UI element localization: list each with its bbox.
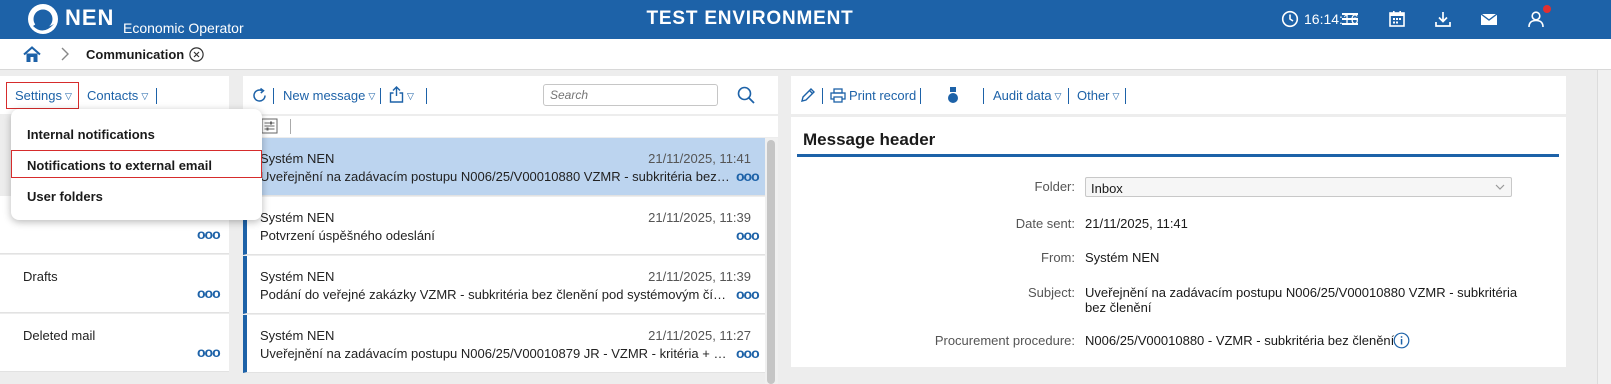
message-row[interactable]: Systém NEN 21/11/2025, 11:39 Podání do v…	[243, 256, 765, 314]
top-bar: NEN Economic Operator TEST ENVIRONMENT 1…	[0, 0, 1611, 39]
settings-dropdown[interactable]: Settings ▽	[15, 88, 72, 103]
subject-label: Subject:	[1028, 285, 1075, 300]
menu-item-internal-notifications[interactable]: Internal notifications	[27, 127, 155, 142]
breadcrumb-current[interactable]: Communication	[86, 47, 184, 62]
date-sent-value: 21/11/2025, 11:41	[1085, 216, 1188, 231]
message-header-panel: Message header	[791, 117, 1566, 367]
message-date: 21/11/2025, 11:39	[648, 210, 751, 225]
section-title: Message header	[803, 130, 936, 149]
procurement-procedure-label: Procurement procedure:	[934, 333, 1075, 348]
settings-menu: Internal notifications Notifications to …	[11, 109, 262, 220]
more-options-icon[interactable]: ooo	[736, 227, 760, 243]
section-underline	[797, 154, 1559, 157]
chevron-right-icon	[61, 47, 69, 61]
toolbar-divider	[822, 88, 823, 104]
share-icon	[389, 86, 404, 103]
search-input[interactable]	[543, 84, 718, 106]
print-record-button[interactable]: Print record	[830, 88, 916, 103]
toolbar-divider	[156, 88, 157, 104]
message-sender: Systém NEN	[260, 328, 335, 343]
folder-label: Deleted mail	[23, 328, 96, 343]
search-icon[interactable]	[737, 86, 755, 104]
message-sender: Systém NEN	[260, 151, 335, 166]
edit-icon[interactable]	[800, 87, 816, 103]
toolbar-divider	[1068, 88, 1069, 104]
mail-icon[interactable]	[1479, 9, 1499, 29]
toolbar-divider	[1125, 88, 1126, 104]
folder-select-value: Inbox	[1091, 181, 1123, 196]
more-options-icon[interactable]: ooo	[736, 345, 760, 361]
home-icon[interactable]	[23, 46, 41, 63]
message-subject: Uveřejnění na zadávacím postupu N006/25/…	[260, 346, 730, 361]
message-subject: Podání do veřejné zakázky VZMR - subkrit…	[260, 287, 730, 302]
clock-icon	[1281, 10, 1299, 28]
close-tab-icon[interactable]	[189, 47, 204, 62]
toolbar-divider	[273, 88, 274, 104]
more-options-icon[interactable]: ooo	[197, 285, 221, 301]
list-options-bar	[243, 116, 778, 137]
toolbar-divider	[983, 88, 984, 104]
message-row[interactable]: Systém NEN 21/11/2025, 11:39 Potvrzení ú…	[243, 197, 765, 255]
folder-item-deleted[interactable]: Deleted mail ooo	[0, 314, 229, 372]
calendar-icon[interactable]	[1387, 9, 1407, 29]
page-scrollbar[interactable]	[1597, 70, 1611, 384]
toolbar-divider	[920, 88, 921, 104]
subject-value: Uveřejnění na zadávacím postupu N006/25/…	[1085, 285, 1518, 315]
environment-title: TEST ENVIRONMENT	[646, 8, 854, 29]
message-date: 21/11/2025, 11:41	[648, 151, 751, 166]
other-dropdown[interactable]: Other ▽	[1077, 88, 1119, 103]
toolbar-divider	[426, 88, 427, 104]
contacts-dropdown[interactable]: Contacts ▽	[87, 88, 148, 103]
message-row[interactable]: Systém NEN 21/11/2025, 11:41 Uveřejnění …	[243, 138, 765, 196]
badge-icon[interactable]	[947, 86, 959, 104]
info-icon[interactable]	[1393, 332, 1410, 349]
folder-item-drafts[interactable]: Drafts ooo	[0, 255, 229, 313]
scrollbar-thumb[interactable]	[767, 140, 775, 384]
date-sent-label: Date sent:	[1015, 216, 1075, 231]
toolbar-divider	[380, 88, 381, 104]
from-label: From:	[1041, 250, 1075, 265]
filter-settings-icon[interactable]	[261, 118, 278, 134]
more-options-icon[interactable]: ooo	[197, 344, 221, 360]
from-value: Systém NEN	[1085, 250, 1160, 265]
folder-label: Drafts	[23, 269, 58, 284]
toolbar-divider	[290, 119, 291, 134]
refresh-icon[interactable]	[251, 87, 268, 104]
scrollbar-track[interactable]	[765, 138, 778, 384]
message-sender: Systém NEN	[260, 269, 335, 284]
message-subject: Uveřejnění na zadávacím postupu N006/25/…	[260, 169, 730, 184]
message-subject: Potvrzení úspěšného odeslání	[260, 228, 435, 243]
new-message-dropdown[interactable]: New message ▽	[283, 88, 375, 103]
printer-icon	[830, 88, 846, 103]
folder-select[interactable]: Inbox	[1085, 177, 1512, 197]
chevron-down-icon	[1495, 184, 1505, 190]
export-dropdown[interactable]: ▽	[389, 86, 414, 103]
message-row[interactable]: Systém NEN 21/11/2025, 11:27 Uveřejnění …	[243, 315, 765, 373]
breadcrumb: Communication	[0, 39, 1611, 70]
menu-icon[interactable]	[1340, 9, 1360, 29]
menu-item-user-folders[interactable]: User folders	[27, 189, 103, 204]
detail-toolbar: Print record Audit data ▽ Other ▽	[791, 76, 1566, 114]
message-date: 21/11/2025, 11:39	[648, 269, 751, 284]
folder-field-label: Folder:	[1034, 179, 1075, 194]
message-date: 21/11/2025, 11:27	[648, 328, 751, 343]
menu-item-external-email-notifications[interactable]: Notifications to external email	[27, 158, 212, 173]
message-toolbar: New message ▽ ▽	[243, 76, 778, 114]
more-options-icon[interactable]: ooo	[736, 286, 760, 302]
more-options-icon[interactable]: ooo	[197, 226, 221, 242]
download-icon[interactable]	[1433, 9, 1453, 29]
audit-data-dropdown[interactable]: Audit data ▽	[993, 88, 1061, 103]
message-sender: Systém NEN	[260, 210, 335, 225]
procurement-procedure-value[interactable]: N006/25/V00010880 - VZMR - subkritéria b…	[1085, 333, 1394, 348]
more-options-icon[interactable]: ooo	[736, 168, 760, 184]
user-icon[interactable]	[1526, 9, 1546, 29]
